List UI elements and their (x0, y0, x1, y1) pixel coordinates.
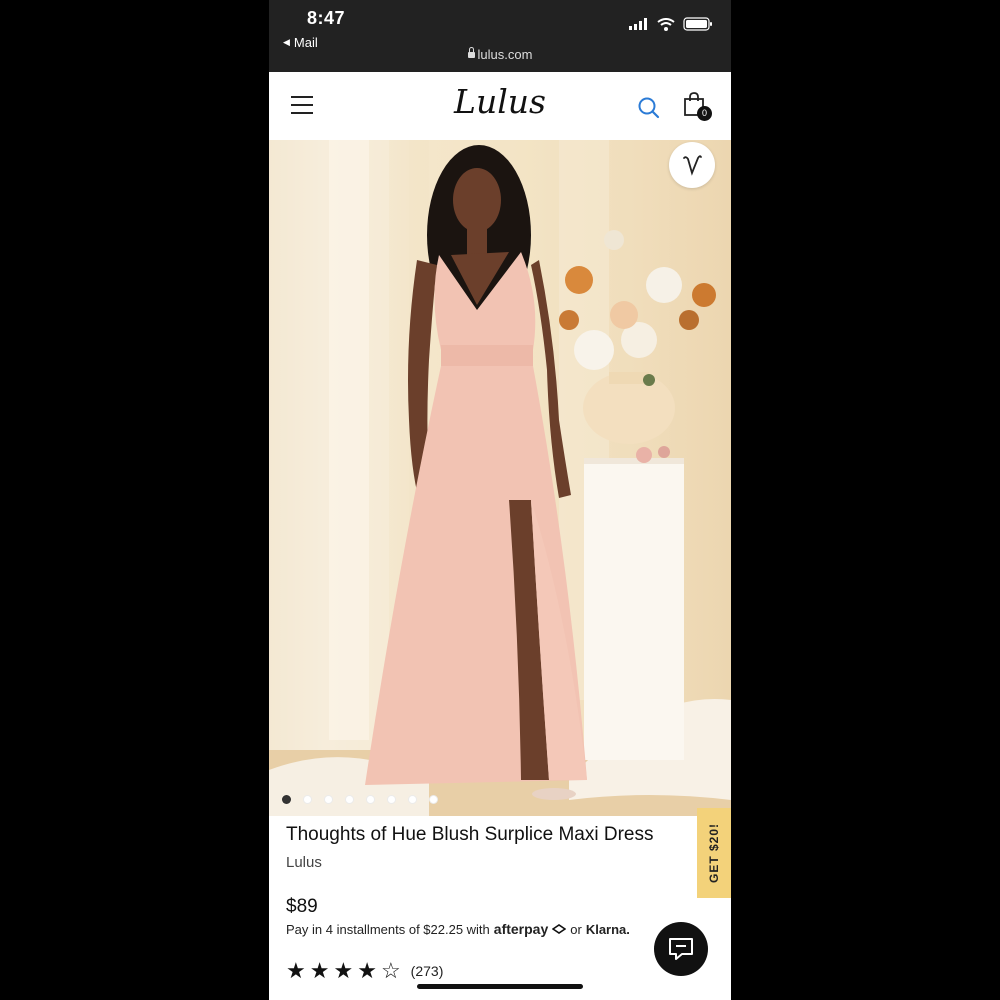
status-time: 8:47 (307, 8, 346, 28)
site-header: Lulus 0 (269, 72, 731, 140)
product-brand[interactable]: Lulus (286, 854, 322, 871)
afterpay-icon (552, 924, 567, 934)
battery-icon (683, 17, 712, 31)
installments-label: Pay in 4 installments of $22.25 with (286, 921, 490, 937)
wifi-icon (657, 17, 675, 31)
installments-text: Pay in 4 installments of $22.25 with aft… (286, 921, 630, 937)
chat-button[interactable] (654, 922, 708, 976)
carousel-dot[interactable] (282, 795, 291, 804)
afterpay-logo[interactable]: afterpay (494, 921, 548, 937)
product-image[interactable] (269, 140, 731, 816)
promo-tab[interactable]: GET $20! (697, 808, 731, 898)
status-bar: 8:47 ◀ Mail lulus.com (269, 0, 731, 72)
review-count[interactable]: (273) (411, 963, 444, 979)
carousel-dot[interactable] (387, 795, 396, 804)
star-full-icon: ★ (286, 958, 306, 983)
product-info: Thoughts of Hue Blush Surplice Maxi Dres… (269, 816, 731, 1000)
klarna-logo[interactable]: Klarna. (586, 922, 630, 937)
status-icons (629, 17, 713, 31)
promo-label: GET $20! (707, 822, 721, 884)
url-text: lulus.com (477, 47, 533, 62)
chat-icon (669, 938, 693, 960)
address-bar[interactable]: lulus.com (269, 47, 731, 62)
installments-or: or (570, 921, 582, 937)
star-half-icon: ☆ (380, 958, 401, 983)
heart-icon (683, 155, 702, 176)
star-full-icon: ★ (309, 958, 330, 983)
carousel-dot[interactable] (324, 795, 333, 804)
home-indicator (417, 984, 583, 989)
carousel-dot[interactable] (408, 795, 417, 804)
carousel-dot[interactable] (303, 795, 312, 804)
carousel-dot[interactable] (429, 795, 438, 804)
phone-screen: 8:47 ◀ Mail lulus.com Lulus 0 Thoughts o… (269, 0, 731, 1000)
star-full-icon: ★ (357, 958, 377, 983)
wishlist-button[interactable] (669, 142, 715, 188)
carousel-dot[interactable] (366, 795, 375, 804)
product-photo (269, 140, 731, 816)
lock-icon (467, 47, 475, 58)
site-logo[interactable]: Lulus (269, 82, 731, 121)
search-icon[interactable] (637, 96, 661, 120)
shopping-bag-button[interactable]: 0 (683, 92, 713, 122)
star-full-icon: ★ (333, 958, 354, 983)
product-price: $89 (286, 896, 318, 917)
product-title: Thoughts of Hue Blush Surplice Maxi Dres… (286, 824, 654, 845)
image-carousel-dots[interactable] (282, 795, 438, 804)
bag-count-badge: 0 (697, 106, 712, 121)
carousel-dot[interactable] (345, 795, 354, 804)
signal-icon (629, 18, 647, 30)
rating-stars[interactable]: ★ ★ ★ ★ ☆ (273) (286, 960, 443, 982)
